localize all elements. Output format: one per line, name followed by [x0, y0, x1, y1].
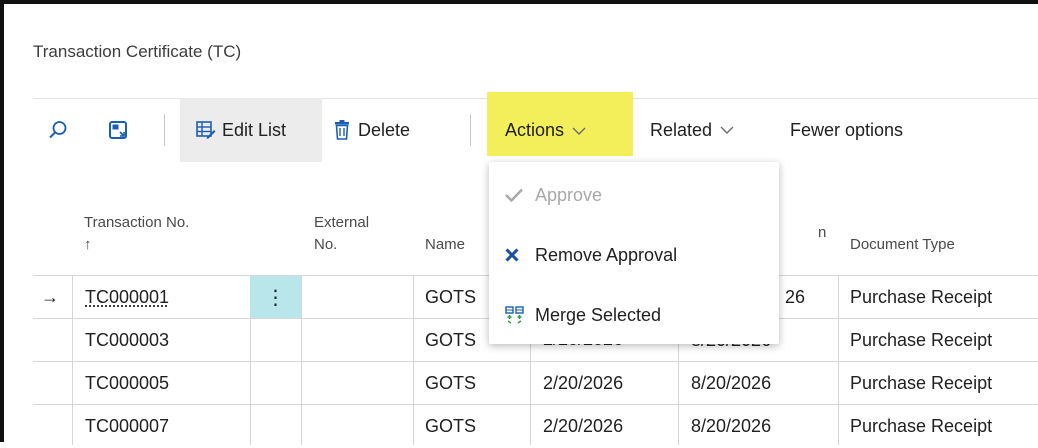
actions-label: Actions	[505, 119, 565, 140]
actions-dropdown-menu: Approve Remove Approval Merge Selected	[489, 162, 779, 344]
remove-approval-label: Remove Approval	[535, 244, 678, 265]
name-cell: GOTS	[425, 287, 477, 307]
related-menu-button[interactable]: Related	[650, 98, 770, 162]
toolbar-separator	[470, 114, 471, 146]
transaction-no-link[interactable]: TC000001	[85, 276, 169, 319]
column-header-partial[interactable]: n	[818, 222, 826, 244]
table-row[interactable]: TC000005 GOTS 2/20/2026 8/20/2026 Purcha…	[33, 361, 1038, 405]
header-label: External	[314, 214, 370, 231]
transaction-no-cell[interactable]: TC000005	[85, 362, 169, 405]
header-label: Transaction No.	[84, 214, 190, 231]
row-actions-menu-button[interactable]: ⋮	[250, 276, 301, 318]
checkmark-icon	[505, 188, 529, 202]
column-header-transaction-no[interactable]: Transaction No. ↑	[84, 212, 189, 256]
date-cell: 26	[785, 287, 806, 307]
header-label: n	[818, 224, 827, 241]
header-label: No.	[314, 236, 338, 253]
fewer-options-label: Fewer options	[790, 119, 904, 140]
table-row[interactable]: TC000007 GOTS 2/20/2026 8/20/2026 Purcha…	[33, 404, 1038, 448]
sort-ascending-icon: ↑	[84, 236, 92, 253]
open-in-new-icon	[108, 120, 128, 140]
column-header-external-no[interactable]: External No.	[314, 212, 369, 256]
column-header-document-type[interactable]: Document Type	[850, 234, 955, 256]
edit-list-icon	[196, 121, 216, 139]
search-button[interactable]	[40, 98, 76, 162]
edit-list-button[interactable]: Edit List	[180, 98, 322, 162]
approve-menu-item[interactable]: Approve	[489, 166, 779, 224]
chevron-down-icon	[572, 127, 586, 135]
open-in-new-window-button[interactable]	[100, 98, 136, 162]
edit-list-label: Edit List	[222, 119, 287, 140]
document-type-cell: Purchase Receipt	[850, 287, 993, 307]
chevron-down-icon	[720, 126, 734, 134]
fewer-options-button[interactable]: Fewer options	[790, 98, 940, 162]
trash-icon	[334, 120, 350, 140]
column-header-name[interactable]: Name	[425, 234, 465, 256]
page-title: Transaction Certificate (TC)	[33, 42, 242, 61]
related-label: Related	[650, 119, 713, 140]
document-type-cell: Purchase Receipt	[850, 330, 993, 350]
close-icon	[505, 248, 529, 262]
search-icon	[48, 120, 68, 140]
merge-selected-menu-item[interactable]: Merge Selected	[489, 286, 779, 344]
date-cell: 8/20/2026	[691, 373, 772, 393]
date-cell: 2/20/2026	[543, 373, 624, 393]
current-row-arrow-icon: →	[41, 287, 59, 307]
action-bar: Edit List Delete Actions Related Fewer o…	[0, 92, 1038, 164]
document-type-cell: Purchase Receipt	[850, 373, 993, 393]
remove-approval-menu-item[interactable]: Remove Approval	[489, 226, 779, 284]
transaction-no-cell[interactable]: TC000003	[85, 319, 169, 362]
delete-button[interactable]: Delete	[334, 98, 454, 162]
merge-icon	[505, 306, 529, 324]
toolbar-separator	[164, 114, 165, 146]
actions-menu-button[interactable]: Actions	[487, 92, 633, 156]
name-cell: GOTS	[425, 330, 477, 350]
delete-label: Delete	[358, 119, 411, 140]
approve-label: Approve	[535, 184, 603, 205]
name-cell: GOTS	[425, 373, 477, 393]
header-label: Name	[425, 236, 466, 253]
header-label: Document Type	[850, 236, 955, 253]
more-vertical-icon: ⋮	[265, 286, 286, 309]
merge-selected-label: Merge Selected	[535, 304, 662, 325]
